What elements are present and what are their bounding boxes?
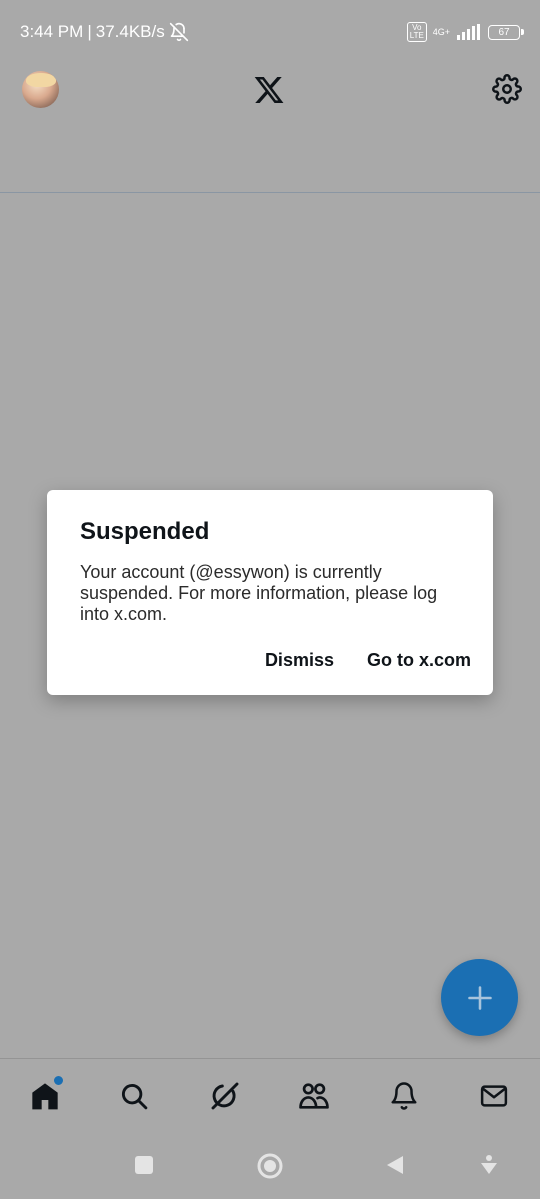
plus-icon [467, 985, 492, 1010]
status-separator: | [87, 22, 92, 41]
back-icon[interactable] [384, 1154, 406, 1176]
status-bar: 3:44 PM | 37.4KB/s Vo LTE 4G+ 67 [0, 0, 540, 64]
status-speed: 37.4KB/s [95, 22, 165, 41]
nav-communities[interactable] [297, 1079, 331, 1113]
signal-icon [457, 24, 480, 40]
nav-messages[interactable] [477, 1079, 511, 1113]
dismiss-button[interactable]: Dismiss [265, 650, 334, 671]
dialog-actions: Dismiss Go to x.com [265, 650, 471, 671]
network-type: 4G+ [432, 26, 450, 37]
suspended-dialog: Suspended Your account (@essywon) is cur… [47, 490, 493, 695]
gear-icon[interactable] [492, 74, 522, 104]
app-header [0, 64, 540, 193]
mail-icon [480, 1085, 508, 1107]
user-avatar[interactable] [22, 71, 59, 108]
nav-home[interactable] [28, 1075, 64, 1113]
go-to-xcom-button[interactable]: Go to x.com [367, 650, 471, 671]
recents-icon[interactable] [133, 1154, 155, 1176]
bottom-nav [0, 1058, 540, 1134]
status-right: Vo LTE 4G+ 67 [406, 22, 524, 42]
home-nav-icon[interactable] [256, 1152, 284, 1180]
dialog-title: Suspended [80, 518, 210, 545]
system-nav-bar [0, 1134, 540, 1199]
status-time: 3:44 PM [20, 22, 84, 41]
nav-search[interactable] [117, 1079, 151, 1113]
grok-icon [211, 1082, 239, 1110]
status-left: 3:44 PM | 37.4KB/s [20, 22, 189, 42]
app-screen: 3:44 PM | 37.4KB/s Vo LTE 4G+ 67 Suspend… [0, 0, 540, 1199]
compose-button[interactable] [441, 959, 518, 1036]
battery-icon: 67 [488, 24, 524, 40]
search-icon [121, 1083, 148, 1110]
bell-icon [391, 1082, 417, 1110]
battery-level: 67 [498, 26, 510, 38]
home-badge [53, 1075, 64, 1086]
volte-icon: Vo LTE [406, 22, 427, 42]
communities-icon [299, 1083, 329, 1109]
bell-off-icon [169, 22, 188, 42]
nav-grok[interactable] [208, 1079, 242, 1113]
nav-notifications[interactable] [387, 1079, 421, 1113]
accessibility-icon[interactable] [478, 1154, 500, 1176]
x-logo-icon [254, 77, 284, 103]
dialog-message: Your account (@essywon) is currently sus… [80, 562, 438, 624]
